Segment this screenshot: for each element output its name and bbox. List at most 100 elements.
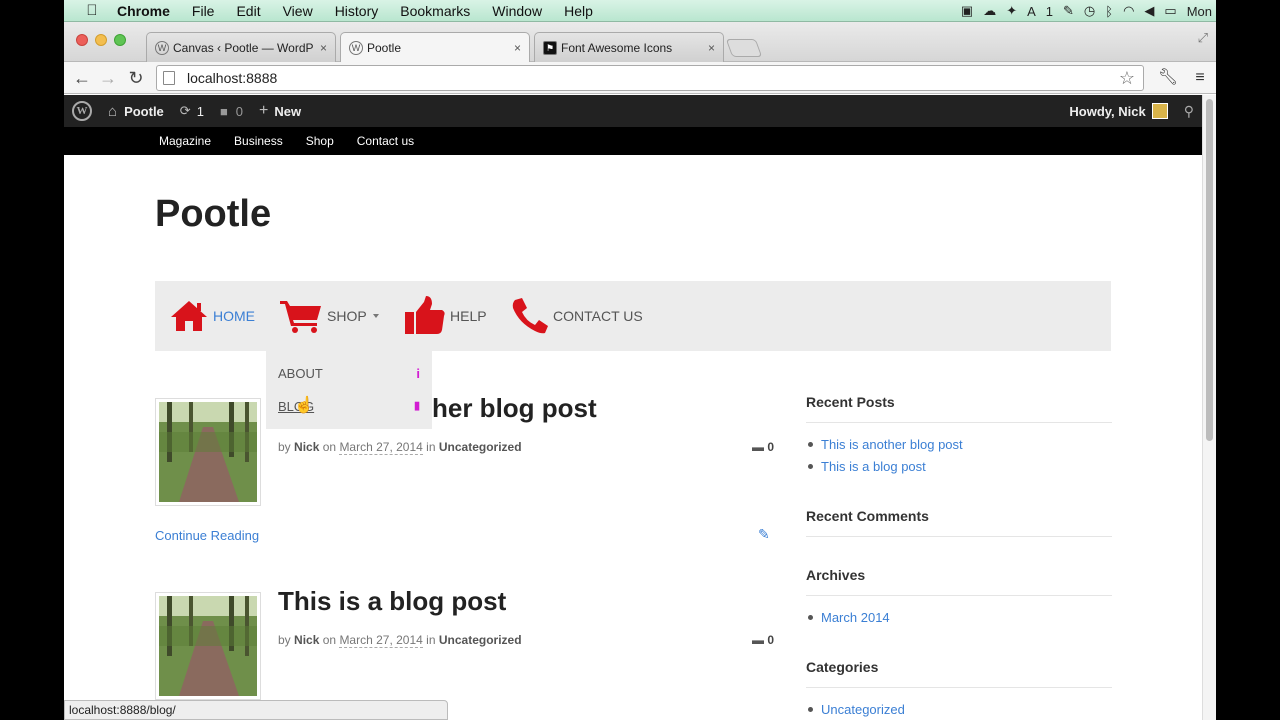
tool-icon[interactable]: ✎ <box>1063 3 1074 19</box>
forest-path-image <box>159 402 257 502</box>
menu-view[interactable]: View <box>272 3 324 19</box>
zoom-window-icon[interactable] <box>114 34 126 46</box>
post-comments-link[interactable]: ▬ 0 <box>752 440 774 454</box>
post-author[interactable]: Nick <box>294 633 319 647</box>
nav-home[interactable]: HOME <box>169 281 255 351</box>
menu-bookmarks[interactable]: Bookmarks <box>389 3 481 19</box>
back-icon[interactable]: ← <box>70 66 94 90</box>
menu-file[interactable]: File <box>181 3 226 19</box>
avatar <box>1151 103 1168 119</box>
wifi-icon[interactable]: ◠ <box>1123 3 1134 19</box>
forest-path-image <box>159 596 257 696</box>
continue-reading-link[interactable]: Continue Reading <box>155 528 259 543</box>
menubar-clock[interactable]: Mon <box>1187 4 1212 19</box>
home-icon: ⌂ <box>108 102 118 120</box>
dropbox-icon[interactable]: ✦ <box>1006 3 1017 19</box>
page-scrollbar[interactable] <box>1202 95 1216 720</box>
edit-icon[interactable]: ✎ <box>758 526 770 543</box>
category-link[interactable]: Uncategorized <box>806 698 905 720</box>
close-tab-icon[interactable]: × <box>320 41 327 55</box>
forward-icon[interactable]: → <box>96 66 120 90</box>
new-tab-button[interactable] <box>725 39 763 57</box>
nav-shop[interactable]: SHOP <box>279 281 379 351</box>
widget-title-recent-posts: Recent Posts <box>806 394 1112 423</box>
my-account-button[interactable]: Howdy, Nick <box>1061 95 1175 127</box>
file-icon: ▮ <box>413 400 420 412</box>
admin-search-button[interactable]: ⚲ <box>1176 95 1202 127</box>
topnav-shop[interactable]: Shop <box>306 134 334 148</box>
info-icon: i <box>416 366 420 381</box>
menu-edit[interactable]: Edit <box>225 3 271 19</box>
menu-help[interactable]: Help <box>553 3 604 19</box>
cloud-icon[interactable]: ☁ <box>983 3 996 19</box>
recent-post-link[interactable]: This is a blog post <box>806 455 963 477</box>
apple-icon[interactable]:  <box>78 2 106 19</box>
recent-post-link[interactable]: This is another blog post <box>806 433 963 455</box>
close-tab-icon[interactable]: × <box>708 41 715 55</box>
menu-window[interactable]: Window <box>481 3 553 19</box>
nav-shop-label: SHOP <box>327 308 367 324</box>
tab-label: Pootle <box>367 41 402 55</box>
wordpress-favicon-icon: W <box>155 40 169 55</box>
topnav-business[interactable]: Business <box>234 134 283 148</box>
site-title[interactable]: Pootle <box>155 193 271 236</box>
widget-title-categories: Categories <box>806 659 1112 688</box>
topnav-magazine[interactable]: Magazine <box>159 134 211 148</box>
search-icon: ⚲ <box>1183 102 1194 119</box>
volume-icon[interactable]: ◀ <box>1144 3 1154 19</box>
bookmark-star-icon[interactable]: ☆ <box>1119 68 1135 89</box>
camera-icon[interactable]: ▣ <box>961 3 973 19</box>
menu-app-name[interactable]: Chrome <box>106 3 181 19</box>
nav-contact[interactable]: CONTACT US <box>511 281 643 351</box>
menu-icon[interactable]: ≡ <box>1188 66 1212 90</box>
post-comments-link[interactable]: ▬ 0 <box>752 633 774 647</box>
minimize-window-icon[interactable] <box>95 34 107 46</box>
nav-help[interactable]: HELP <box>404 281 487 351</box>
tab-canvas[interactable]: W Canvas ‹ Pootle — WordPr × <box>146 32 336 62</box>
archive-link[interactable]: March 2014 <box>806 606 890 628</box>
wrench-icon[interactable]: 🔧︎ <box>1156 66 1180 90</box>
site-name-button[interactable]: ⌂ Pootle <box>100 95 172 127</box>
wp-logo-button[interactable]: W <box>64 95 100 127</box>
scrollbar-thumb[interactable] <box>1206 99 1213 441</box>
comment-count: 0 <box>767 633 775 647</box>
thumbs-up-icon <box>405 296 445 334</box>
address-url: localhost:8888 <box>187 70 278 86</box>
post-category[interactable]: Uncategorized <box>439 633 522 647</box>
dropdown-item-about[interactable]: ABOUT i <box>278 366 420 381</box>
post-title[interactable]: This is a blog post <box>278 586 506 617</box>
battery-icon[interactable]: ▭ <box>1164 3 1176 19</box>
updates-button[interactable]: ⟳ 1 <box>172 95 212 127</box>
new-content-button[interactable]: + New <box>251 95 309 127</box>
time-machine-icon[interactable]: ◷ <box>1084 3 1095 19</box>
post-author[interactable]: Nick <box>294 440 319 454</box>
tab-strip: W Canvas ‹ Pootle — WordPr × W Pootle × … <box>64 22 1216 63</box>
tab-pootle[interactable]: W Pootle × <box>340 32 530 63</box>
comment-icon: ■ <box>219 103 228 119</box>
close-tab-icon[interactable]: × <box>514 41 521 55</box>
tab-font-awesome[interactable]: ⚑ Font Awesome Icons × <box>534 32 724 62</box>
post-title[interactable]: her blog post <box>432 393 597 424</box>
wordpress-favicon-icon: W <box>349 41 363 55</box>
screen:  Chrome File Edit View History Bookmark… <box>64 0 1216 720</box>
adobe-icon[interactable]: A <box>1027 4 1036 19</box>
fullscreen-icon[interactable]: ⤢ <box>1198 30 1208 46</box>
bluetooth-icon[interactable]: ᛒ <box>1105 4 1113 19</box>
post-category[interactable]: Uncategorized <box>439 440 522 454</box>
menu-history[interactable]: History <box>324 3 390 19</box>
tab-label: Canvas ‹ Pootle — WordPr <box>173 40 314 55</box>
close-window-icon[interactable] <box>76 34 88 46</box>
topnav-contact[interactable]: Contact us <box>357 134 414 148</box>
comments-count: 0 <box>235 103 244 119</box>
comment-icon: ▬ <box>752 440 764 454</box>
dropdown-about-label: ABOUT <box>278 366 323 381</box>
recent-posts-list: This is another blog post This is a blog… <box>806 433 963 477</box>
phone-icon <box>512 298 548 334</box>
post-thumbnail[interactable] <box>155 592 261 700</box>
post-thumbnail[interactable] <box>155 398 261 506</box>
address-bar[interactable]: localhost:8888 ☆ <box>156 65 1144 91</box>
comments-button[interactable]: ■ 0 <box>212 95 251 127</box>
reload-icon[interactable]: ↻ <box>124 66 148 90</box>
browser-toolbar: ← → ↻ localhost:8888 ☆ 🔧︎ ≡ <box>64 62 1216 94</box>
flag-favicon-icon: ⚑ <box>543 40 557 55</box>
